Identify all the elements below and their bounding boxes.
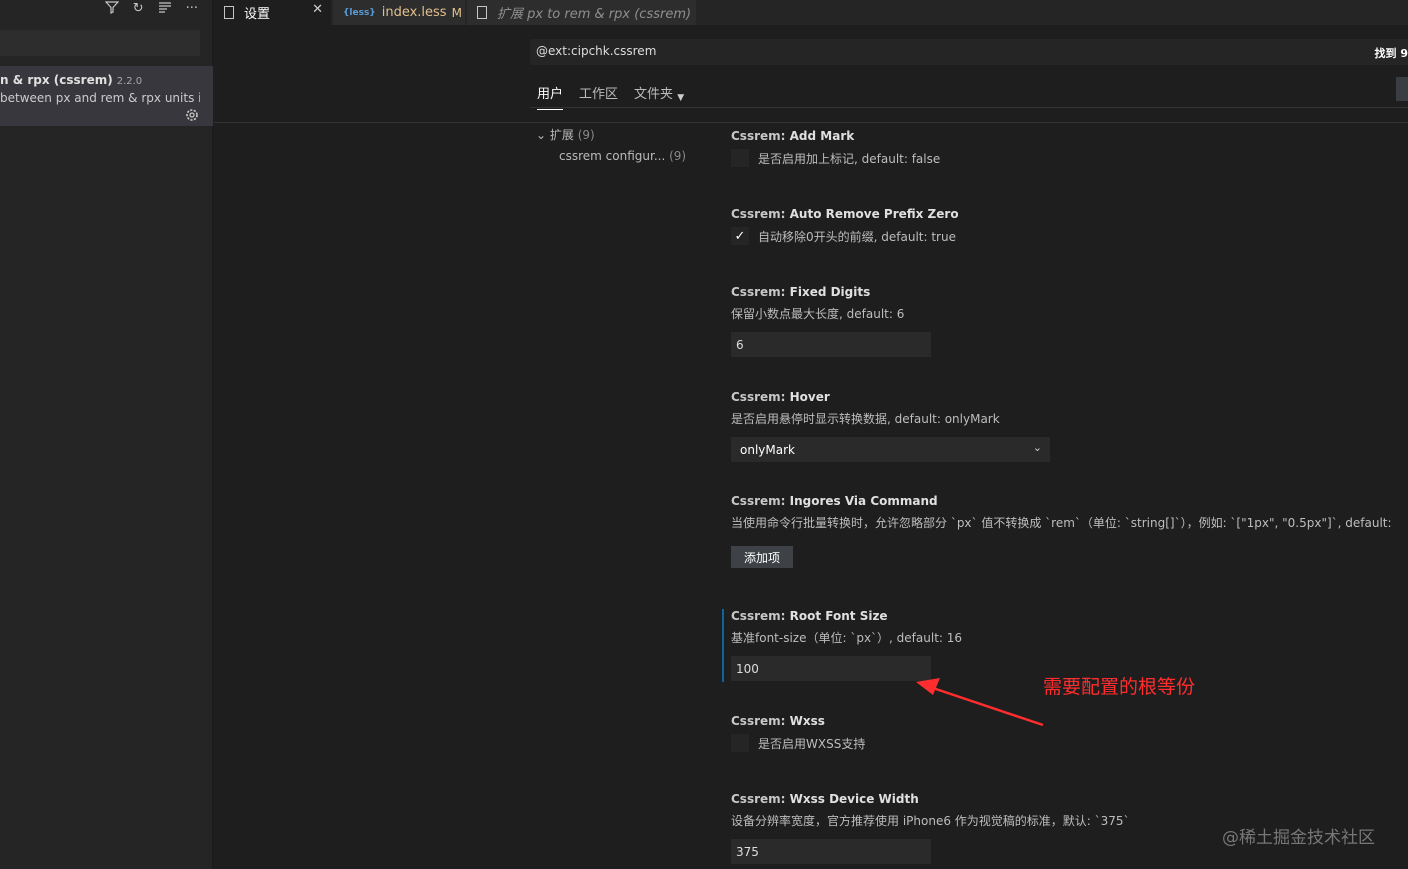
toc-item-cssrem[interactable]: cssrem configur... (9) [559,149,686,163]
setting-category: Cssrem: [731,714,790,728]
setting-description: 保留小数点最大长度, default: 6 [731,307,905,321]
search-query: @ext:cipchk.cssrem [536,44,657,58]
extension-version: 2.2.0 [116,76,143,87]
tab-extension-label: 扩展 px to rem & rpx (cssrem) [497,7,692,22]
clear-icon[interactable] [158,0,172,19]
filter-icon[interactable] [104,0,120,19]
setting-description: 当使用命令行批量转换时，允许忽略部分 `px` 值不转换成 `rem`（单位: … [731,516,1392,530]
toc-item-extensions[interactable]: ⌄ 扩展 (9) [536,126,595,143]
search-result-count: 找到 9 [1374,47,1408,60]
check-icon: ✓ [734,228,746,244]
setting-title: Cssrem: Wxss [731,714,865,728]
setting-title: Cssrem: Auto Remove Prefix Zero [731,207,959,221]
setting-description: 自动移除0开头的前缀, default: true [758,229,956,244]
annotation-arrow-icon [916,678,1044,727]
setting-name: Auto Remove Prefix Zero [789,207,959,221]
toc-cssrem-count: (9) [669,149,687,163]
setting-auto-remove-prefix-zero: Cssrem: Auto Remove Prefix Zero ✓ 自动移除0开头… [731,207,959,245]
setting-category: Cssrem: [731,390,790,404]
setting-name: Ingores Via Command [789,494,938,508]
auto-remove-checkbox[interactable]: ✓ [731,227,749,245]
setting-description: 是否启用加上标记, default: false [758,151,941,166]
setting-fixed-digits: Cssrem: Fixed Digits 保留小数点最大长度, default:… [731,285,931,357]
toc-cssrem-label: cssrem configur... [559,149,666,163]
setting-title: Cssrem: Wxss Device Width [731,792,1130,806]
hover-select[interactable]: onlyMark ⌄ [731,437,1050,462]
add-mark-checkbox[interactable] [731,149,749,167]
extension-name: n & rpx (cssrem) 2.2.0 [0,73,143,87]
focus-indicator [722,609,724,682]
tab-index-less[interactable]: {less} index.less M [333,0,465,25]
tab-folder-label: 文件夹 [634,87,674,102]
settings-scope-tabs: 用户 工作区 文件夹 ▼ [537,83,684,110]
setting-category: Cssrem: [731,792,790,806]
hover-selected-value: onlyMark [740,443,795,457]
tab-workspace[interactable]: 工作区 [579,83,618,110]
setting-title: Cssrem: Root Font Size [731,609,962,623]
tab-user[interactable]: 用户 [537,83,564,110]
setting-name: Add Mark [789,129,855,143]
setting-category: Cssrem: [731,285,790,299]
setting-hover: Cssrem: Hover 是否启用悬停时显示转换数据, default: on… [731,390,1050,462]
refresh-icon[interactable]: ↻ [133,1,144,17]
setting-category: Cssrem: [731,129,790,143]
add-item-button[interactable]: 添加项 [731,546,794,568]
caret-down-icon: ▼ [677,93,685,103]
annotation-label: 需要配置的根等份 [1043,676,1196,698]
tab-folder[interactable]: 文件夹 ▼ [634,83,684,110]
extension-search-input[interactable] [0,30,200,56]
chevron-down-icon: ⌄ [1032,441,1042,454]
setting-description: 是否启用悬停时显示转换数据, default: onlyMark [731,412,1000,426]
divider [530,107,1408,108]
tab-index-label: index.less [381,5,447,20]
setting-description: 设备分辨率宽度，官方推荐使用 iPhone6 作为视觉稿的标准，默认: `375… [731,814,1130,828]
more-icon[interactable]: ··· [186,1,198,17]
setting-description: 是否启用WXSS支持 [758,736,866,751]
tab-settings[interactable]: 设置 ✕ [214,0,331,25]
wxss-checkbox[interactable] [731,734,749,752]
toc-extensions-count: (9) [577,128,595,142]
setting-name: Fixed Digits [789,285,871,299]
less-file-icon: {less} [343,7,376,18]
setting-name: Hover [789,390,830,404]
setting-title: Cssrem: Fixed Digits [731,285,931,299]
setting-category: Cssrem: [731,207,790,221]
divider [214,122,1408,123]
extension-list-item[interactable]: n & rpx (cssrem) 2.2.0 between px and rem… [0,66,213,126]
setting-add-mark: Cssrem: Add Mark 是否启用加上标记, default: fals… [731,129,940,167]
setting-ingores-via-command: Cssrem: Ingores Via Command 当使用命令行批量转换时，… [731,494,1408,568]
modified-badge: M [451,5,462,20]
file-icon [224,6,234,19]
extensions-sidebar: ↻ ··· n & rpx (cssrem) 2.2.0 between px a… [0,0,213,869]
setting-description: 基准font-size（单位: `px`）, default: 16 [731,631,963,645]
toc-extensions-label: 扩展 [549,128,574,142]
chevron-down-icon: ⌄ [536,128,547,142]
editor-tab-bar: 设置 ✕ {less} index.less M 扩展 px to rem & … [214,0,1408,25]
extension-description: between px and rem & rpx units i... [0,91,200,105]
watermark: @稀土掘金技术社区 [1222,828,1375,848]
setting-category: Cssrem: [731,609,790,623]
file-icon [477,6,487,19]
setting-wxss-device-width: Cssrem: Wxss Device Width 设备分辨率宽度，官方推荐使用… [731,792,1130,864]
setting-title: Cssrem: Hover [731,390,1050,404]
sidebar-toolbar: ↻ ··· [104,0,198,19]
setting-name: Wxss Device Width [789,792,919,806]
wxss-device-width-input[interactable]: 375 [731,839,931,864]
fixed-digits-input[interactable]: 6 [731,332,931,357]
tab-settings-label: 设置 [244,7,271,22]
settings-search-input[interactable]: @ext:cipchk.cssrem 找到 9 [530,39,1408,65]
open-settings-json-button[interactable] [1396,77,1408,101]
setting-title: Cssrem: Add Mark [731,129,940,143]
setting-category: Cssrem: [731,494,790,508]
setting-name: Root Font Size [789,609,888,623]
setting-name: Wxss [789,714,825,728]
close-icon[interactable]: ✕ [312,2,323,17]
gear-icon[interactable] [184,107,200,123]
tab-extension[interactable]: 扩展 px to rem & rpx (cssrem) [467,0,696,25]
setting-wxss: Cssrem: Wxss 是否启用WXSS支持 [731,714,865,752]
setting-title: Cssrem: Ingores Via Command [731,494,1408,508]
